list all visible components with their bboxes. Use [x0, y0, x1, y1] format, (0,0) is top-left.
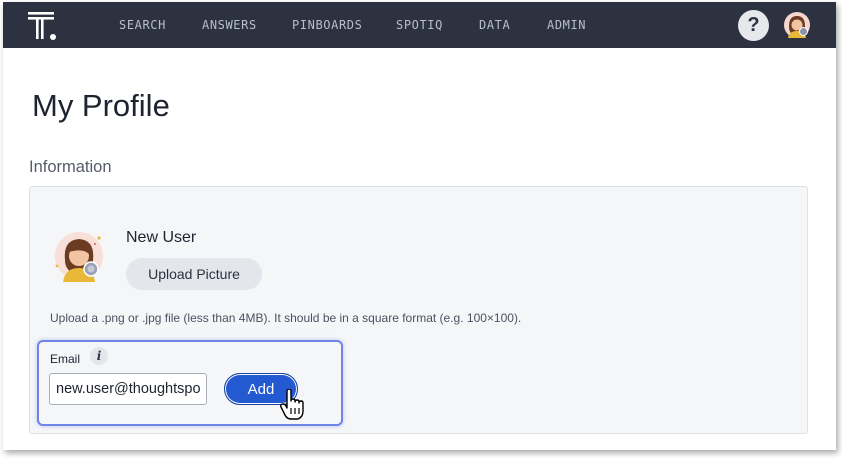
- app-window: SEARCH ANSWERS PINBOARDS SPOTIQ DATA ADM…: [3, 2, 836, 450]
- hand-pointer-cursor-icon: [280, 389, 304, 420]
- nav-item-spotiq[interactable]: SPOTIQ: [396, 18, 443, 32]
- profile-avatar-icon: [55, 232, 103, 282]
- user-name: New User: [126, 229, 197, 246]
- top-nav-bar: SEARCH ANSWERS PINBOARDS SPOTIQ DATA ADM…: [3, 2, 836, 48]
- upload-hint-text: Upload a .png or .jpg file (less than 4M…: [50, 311, 522, 325]
- page-title: My Profile: [32, 88, 170, 123]
- nav-item-search[interactable]: SEARCH: [119, 18, 166, 32]
- email-input[interactable]: [49, 373, 207, 405]
- upload-picture-button[interactable]: Upload Picture: [126, 258, 262, 290]
- user-avatar-icon[interactable]: [784, 12, 810, 38]
- email-label: Email: [50, 352, 81, 366]
- section-title: Information: [29, 158, 112, 176]
- nav-item-data[interactable]: DATA: [479, 18, 510, 32]
- nav-item-admin[interactable]: ADMIN: [547, 18, 586, 32]
- help-button[interactable]: ?: [738, 10, 769, 41]
- nav-item-answers[interactable]: ANSWERS: [202, 18, 257, 32]
- nav-item-pinboards[interactable]: PINBOARDS: [292, 18, 362, 32]
- info-icon[interactable]: i: [90, 347, 108, 365]
- thoughtspot-logo-icon[interactable]: [28, 11, 58, 41]
